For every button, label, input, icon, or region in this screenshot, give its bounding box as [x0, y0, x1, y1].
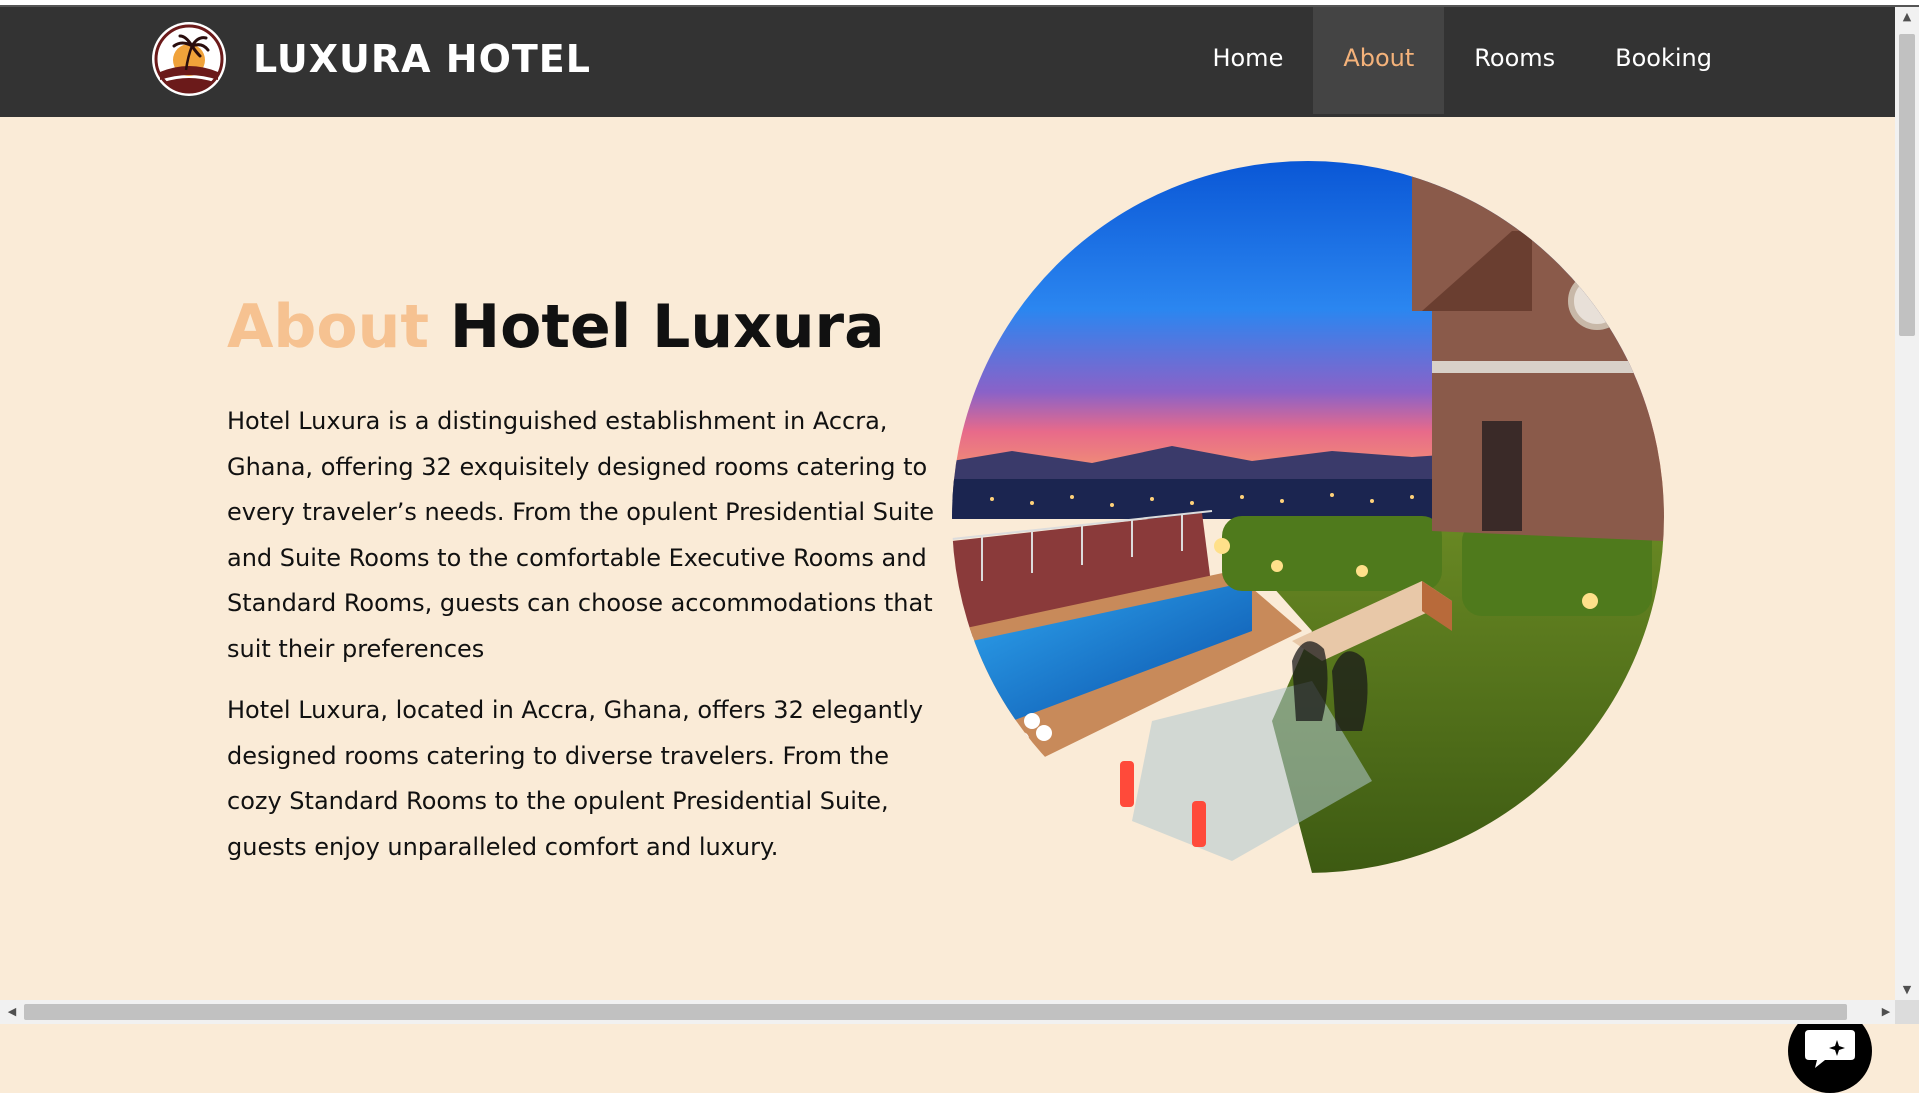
about-paragraph-2: Hotel Luxura, located in Accra, Ghana, o… — [227, 696, 924, 861]
scroll-down-icon[interactable]: ▼ — [1895, 980, 1919, 1000]
vertical-scrollbar[interactable]: ▲ ▼ — [1895, 7, 1919, 1000]
nav-booking[interactable]: Booking — [1585, 7, 1742, 114]
scroll-left-icon[interactable]: ◀ — [2, 1000, 22, 1024]
about-section: About Hotel Luxura Hotel Luxura is a dis… — [0, 117, 1895, 1093]
nav-rooms[interactable]: Rooms — [1444, 7, 1585, 114]
chat-sparkle-icon — [1803, 1026, 1857, 1076]
palm-sunset-logo[interactable] — [152, 22, 226, 96]
window-top-edge — [0, 0, 1919, 7]
scroll-up-icon[interactable]: ▲ — [1895, 7, 1919, 27]
hotel-pool-terrace-photo — [952, 161, 1664, 873]
heading-title: Hotel Luxura — [449, 292, 885, 362]
about-heading: About Hotel Luxura — [227, 292, 885, 362]
navbar: LUXURA HOTEL Home About Rooms Booking — [0, 7, 1895, 117]
scrollbar-corner — [1895, 1000, 1919, 1024]
nav-links: Home About Rooms Booking — [1182, 7, 1742, 114]
about-paragraph-1: Hotel Luxura is a distinguished establis… — [227, 407, 935, 663]
horizontal-scroll-thumb[interactable] — [24, 1004, 1847, 1020]
scroll-right-icon[interactable]: ▶ — [1876, 1000, 1896, 1024]
heading-accent: About — [227, 292, 430, 362]
nav-home[interactable]: Home — [1182, 7, 1313, 114]
horizontal-scrollbar[interactable]: ◀ ▶ — [0, 1000, 1919, 1024]
vertical-scroll-thumb[interactable] — [1899, 34, 1915, 336]
nav-about[interactable]: About — [1313, 7, 1445, 114]
brand-name[interactable]: LUXURA HOTEL — [253, 37, 591, 81]
